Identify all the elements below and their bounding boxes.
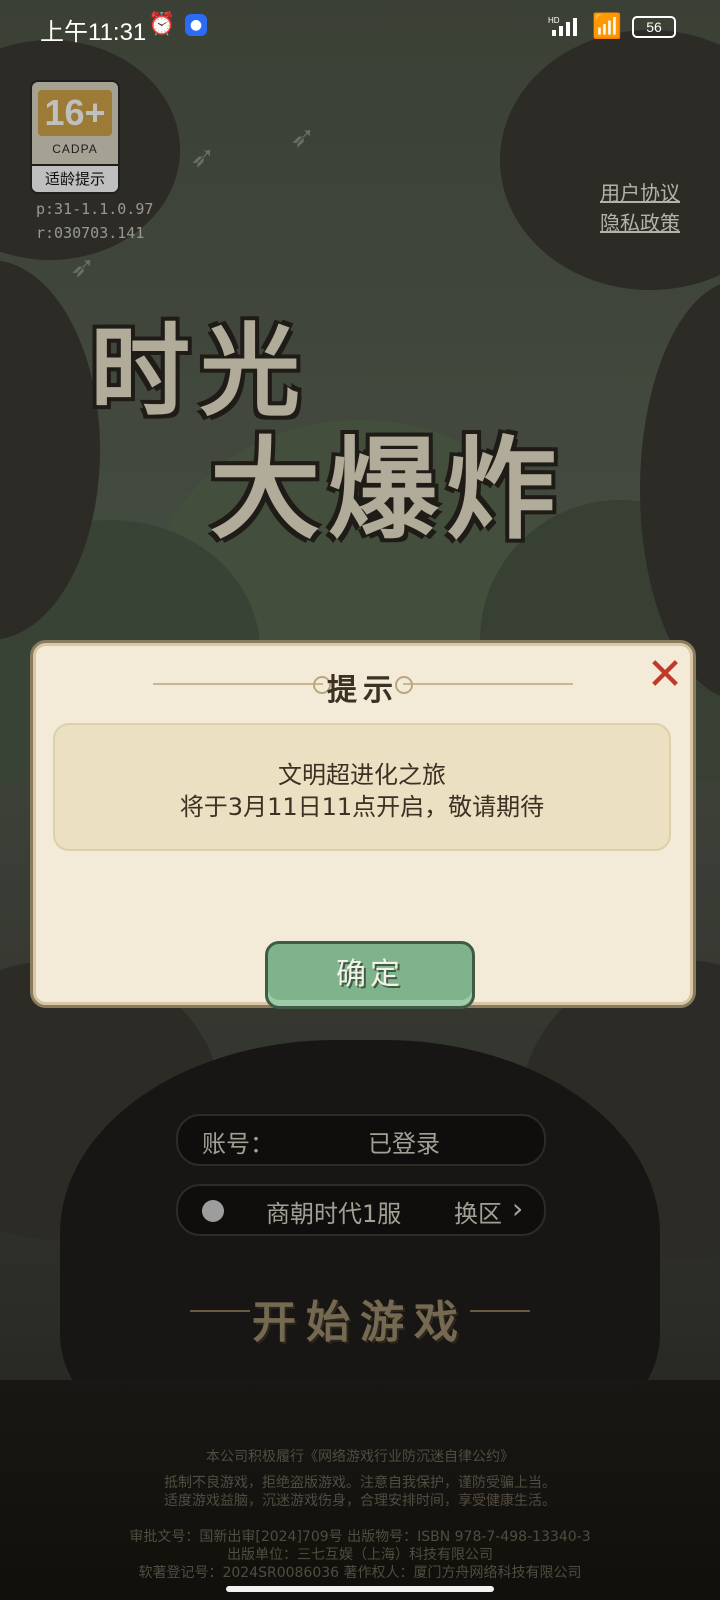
- signal-icon: HD: [548, 16, 577, 36]
- dialog-message-line1: 文明超进化之旅: [278, 761, 446, 789]
- confirm-button[interactable]: 确定: [265, 941, 475, 1009]
- battery-icon: 56: [632, 16, 676, 38]
- dialog-message-box: 文明超进化之旅 将于3月11日11点开启，敬请期待: [53, 723, 671, 851]
- notice-dialog: 提示 ✕ 文明超进化之旅 将于3月11日11点开启，敬请期待 确定: [30, 640, 696, 1009]
- network-label: HD: [548, 16, 560, 25]
- close-x-icon[interactable]: ✕: [643, 653, 687, 697]
- dialog-title: 提示: [327, 673, 399, 708]
- home-indicator[interactable]: [226, 1586, 494, 1592]
- app-notification-icon: ●: [185, 14, 207, 36]
- dialog-message-line2: 将于3月11日11点开启，敬请期待: [179, 793, 545, 821]
- wifi-icon: 📶: [592, 12, 622, 40]
- status-bar: 上午11:31 ⏰ ● HD 📶 56: [0, 0, 720, 52]
- status-time: 上午11:31: [40, 19, 147, 46]
- alarm-clock-icon: ⏰: [148, 12, 176, 37]
- title-ornament-right: [395, 676, 573, 694]
